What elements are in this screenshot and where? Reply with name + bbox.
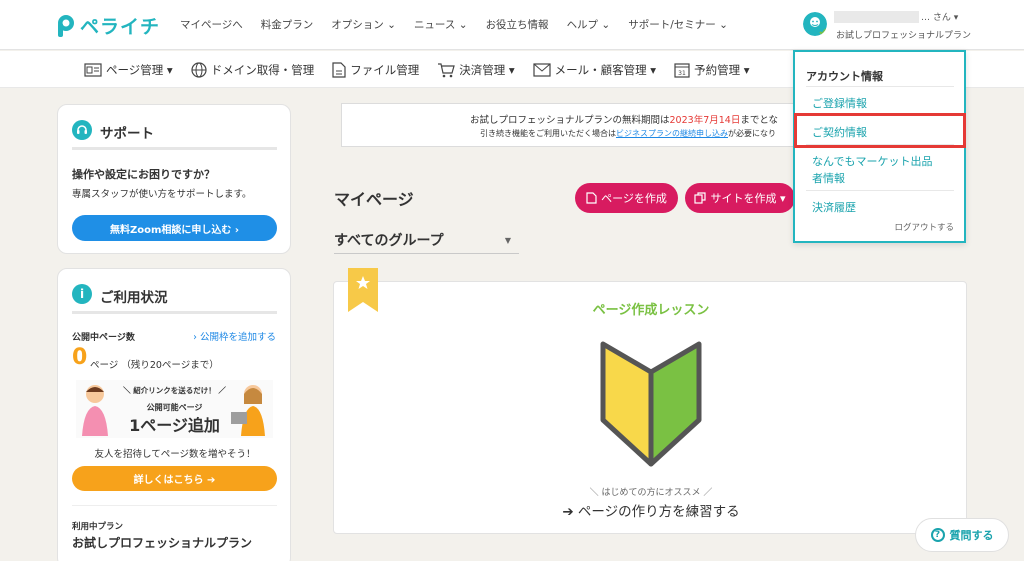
nav-pricing[interactable]: 料金プラン <box>261 17 314 32</box>
logo-text: ペライチ <box>80 16 161 38</box>
copy-icon <box>694 192 707 204</box>
lesson-card[interactable]: ページ作成レッスン ＼ はじめての方にオススメ ／ ➔ ページの作り方を練習する <box>333 281 967 534</box>
nav-mypage[interactable]: マイページへ <box>180 17 243 32</box>
subnav-reservations[interactable]: 31 予約管理 ▾ <box>674 62 750 78</box>
support-title: サポート <box>100 126 154 142</box>
menu-registration-info[interactable]: ご登録情報 <box>812 95 867 111</box>
lesson-title: ページ作成レッスン <box>592 303 710 318</box>
add-slot-link[interactable]: › 公開枠を追加する <box>193 329 276 343</box>
page-manage-icon <box>84 63 102 77</box>
create-site-label: サイトを作成 ▾ <box>710 192 786 205</box>
user-name[interactable] <box>834 11 919 23</box>
divider <box>806 86 954 87</box>
chevron-down-icon: ▼ <box>504 236 511 245</box>
notice-text: 引き続き機能をご利用いただく場合は <box>480 129 616 138</box>
published-count-unit: ページ （残り20ページまで） <box>90 360 219 371</box>
banner-l1: ＼ 紹介リンクを送るだけ！ ／ <box>123 386 226 395</box>
divider <box>806 190 954 191</box>
top-bar: ペライチ マイページへ 料金プラン オプション ⌄ ニュース ⌄ お役立ち情報 … <box>0 0 1024 50</box>
support-question: 操作や設定にお困りですか？ <box>72 168 215 181</box>
subnav-page-manage[interactable]: ページ管理 ▾ <box>84 62 173 78</box>
ask-question-button[interactable]: ? 質問する <box>915 518 1009 552</box>
subnav-label: 決済管理 ▾ <box>459 63 515 77</box>
support-desc: 専属スタッフが使い方をサポートします。 <box>72 189 252 200</box>
nav-support[interactable]: サポート/セミナー ⌄ <box>628 17 728 32</box>
create-page-label: ページを作成 <box>601 192 667 205</box>
globe-icon <box>191 62 207 78</box>
group-select-value: すべてのグループ <box>334 233 444 249</box>
bookmark-star-icon <box>348 268 378 312</box>
dropdown-heading: アカウント情報 <box>806 70 883 83</box>
trial-notice: お試しプロフェッショナルプランの無料期間は2023年7月14日までとな 引き続き… <box>341 103 813 147</box>
published-label: 公開中ページ数 <box>72 333 135 343</box>
create-page-button[interactable]: ページを作成 <box>575 183 678 213</box>
beginner-mark-icon <box>600 341 702 467</box>
menu-payment-history[interactable]: 決済履歴 <box>812 199 856 215</box>
calendar-icon: 31 <box>674 63 690 78</box>
lesson-subtitle: ＼ はじめての方にオススメ ／ <box>589 488 713 498</box>
subnav-files[interactable]: ファイル管理 <box>332 62 419 78</box>
plan-label: 利用中プラン <box>72 522 124 532</box>
user-menu-toggle[interactable]: … さん ▾ <box>921 10 958 23</box>
info-icon: i <box>72 284 92 304</box>
business-plan-link[interactable]: ビジネスプランの継続申し込み <box>616 129 728 138</box>
nav-options[interactable]: オプション ⌄ <box>331 17 396 32</box>
divider <box>72 147 277 150</box>
practice-link[interactable]: ➔ ページの作り方を練習する <box>334 500 968 520</box>
nav-tips[interactable]: お役立ち情報 <box>486 17 549 32</box>
usage-title: ご利用状況 <box>100 290 168 306</box>
subnav-payments[interactable]: 決済管理 ▾ <box>437 62 515 78</box>
usage-card: i ご利用状況 公開中ページ数 › 公開枠を追加する 0 ページ （残り20ペー… <box>57 268 291 561</box>
top-nav: マイページへ 料金プラン オプション ⌄ ニュース ⌄ お役立ち情報 ヘルプ ⌄… <box>180 17 746 32</box>
plan-name: お試しプロフェッショナルプラン <box>72 536 253 550</box>
document-icon <box>586 192 597 204</box>
subnav-domain[interactable]: ドメイン取得・管理 <box>191 62 315 78</box>
subnav-label: 予約管理 ▾ <box>694 63 750 77</box>
notice-text: までとな <box>740 115 779 126</box>
referral-banner[interactable]: ＼ 紹介リンクを送るだけ！ ／ 公開可能ページ 1ページ追加 <box>76 380 273 438</box>
mail-icon <box>533 63 551 77</box>
menu-market-seller-info[interactable]: なんでもマーケット出品 <box>812 153 932 169</box>
group-select[interactable]: すべてのグループ ▼ <box>334 230 519 254</box>
details-button[interactable]: 詳しくはこちら ➔ <box>72 466 277 491</box>
nav-news[interactable]: ニュース ⌄ <box>414 17 468 32</box>
page-title: マイページ <box>334 190 414 209</box>
logo-icon <box>58 14 74 37</box>
published-count: 0 <box>72 345 88 370</box>
notice-date: 2023年7月14日 <box>669 115 741 126</box>
invite-text: 友人を招待してページ数を増やそう！ <box>94 449 256 460</box>
subnav-label: ファイル管理 <box>350 63 420 77</box>
notice-line1: お試しプロフェッショナルプランの無料期間は2023年7月14日までとな <box>470 112 778 126</box>
question-icon: ? <box>930 528 945 542</box>
svg-text:31: 31 <box>678 70 686 77</box>
zoom-consult-button[interactable]: 無料Zoom相談に申し込む › <box>72 215 277 241</box>
support-card: サポート 操作や設定にお困りですか？ 専属スタッフが使い方をサポートします。 無… <box>57 104 291 254</box>
user-plan: お試しプロフェッショナルプラン <box>836 31 972 41</box>
notice-text: が必要になり <box>728 129 776 138</box>
divider <box>72 311 277 314</box>
avatar[interactable] <box>803 12 827 36</box>
file-icon <box>332 62 346 78</box>
notice-text: お試しプロフェッショナルプランの無料期間は <box>470 115 670 126</box>
headset-icon <box>72 120 92 140</box>
cart-icon <box>438 63 455 78</box>
subnav-label: メール・顧客管理 ▾ <box>554 63 657 77</box>
ask-question-label: 質問する <box>949 529 994 542</box>
highlight-box <box>794 113 966 148</box>
create-site-button[interactable]: サイトを作成 ▾ <box>685 183 795 213</box>
subnav-mail[interactable]: メール・顧客管理 ▾ <box>533 62 656 78</box>
subnav-label: ドメイン取得・管理 <box>210 63 315 77</box>
logo[interactable]: ペライチ <box>56 12 160 39</box>
banner-l3: 1ページ追加 <box>129 416 220 435</box>
subnav-label: ページ管理 ▾ <box>106 63 173 77</box>
logout-link[interactable]: ログアウトする <box>894 221 954 233</box>
menu-market-seller-info-cont[interactable]: 者情報 <box>812 170 845 186</box>
divider <box>72 505 277 506</box>
notice-line2: 引き続き機能をご利用いただく場合はビジネスプランの継続申し込みが必要になり <box>480 128 776 139</box>
nav-help[interactable]: ヘルプ ⌄ <box>567 17 611 32</box>
